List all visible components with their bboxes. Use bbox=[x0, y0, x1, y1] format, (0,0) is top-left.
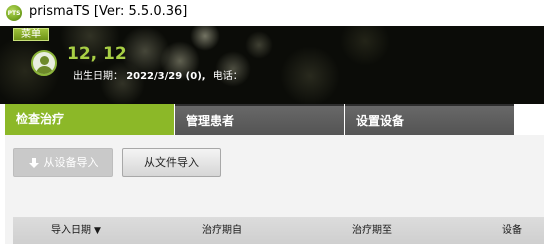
import-from-file-label: 从文件导入 bbox=[144, 156, 199, 169]
title-bar: PTS prismaTS [Ver: 5.5.0.36] bbox=[0, 0, 544, 26]
patient-name: 12, 12 bbox=[67, 44, 127, 64]
exam-panel: 从设备导入 从文件导入 导入日期 ▼ 治疗期自 治疗期至 设备 bbox=[5, 135, 544, 244]
menu-button[interactable]: 菜单 bbox=[13, 28, 49, 41]
dob-value: 2022/3/29 (0), bbox=[126, 71, 206, 82]
sort-descending-icon: ▼ bbox=[94, 226, 101, 236]
dob-label: 出生日期： bbox=[73, 71, 123, 82]
import-from-device-label: 从设备导入 bbox=[43, 156, 99, 169]
column-header-device[interactable]: 设备 bbox=[502, 217, 522, 244]
main-tabs: 检查治疗 管理患者 设置设备 bbox=[0, 104, 544, 135]
window-title: prismaTS [Ver: 5.5.0.36] bbox=[29, 4, 188, 19]
tab-exam-treatment[interactable]: 检查治疗 bbox=[5, 104, 174, 135]
download-arrow-icon bbox=[28, 158, 39, 168]
patient-info: 出生日期： 2022/3/29 (0), 电话： bbox=[73, 67, 243, 82]
patient-avatar-icon bbox=[31, 50, 57, 76]
table-header: 导入日期 ▼ 治疗期自 治疗期至 设备 bbox=[13, 217, 544, 244]
column-header-period-from[interactable]: 治疗期自 bbox=[202, 217, 242, 244]
app-logo-icon: PTS bbox=[6, 5, 22, 21]
tab-manage-patients[interactable]: 管理患者 bbox=[175, 104, 344, 135]
column-header-import-date[interactable]: 导入日期 ▼ bbox=[51, 217, 101, 244]
import-from-device-button[interactable]: 从设备导入 bbox=[13, 148, 113, 177]
tab-settings-devices[interactable]: 设置设备 bbox=[345, 104, 514, 135]
patient-header: 菜单 12, 12 出生日期： 2022/3/29 (0), 电话： bbox=[0, 26, 544, 104]
column-label: 导入日期 bbox=[51, 225, 91, 236]
phone-label: 电话： bbox=[212, 71, 243, 82]
column-header-period-to[interactable]: 治疗期至 bbox=[352, 217, 392, 244]
import-from-file-button[interactable]: 从文件导入 bbox=[122, 148, 221, 177]
